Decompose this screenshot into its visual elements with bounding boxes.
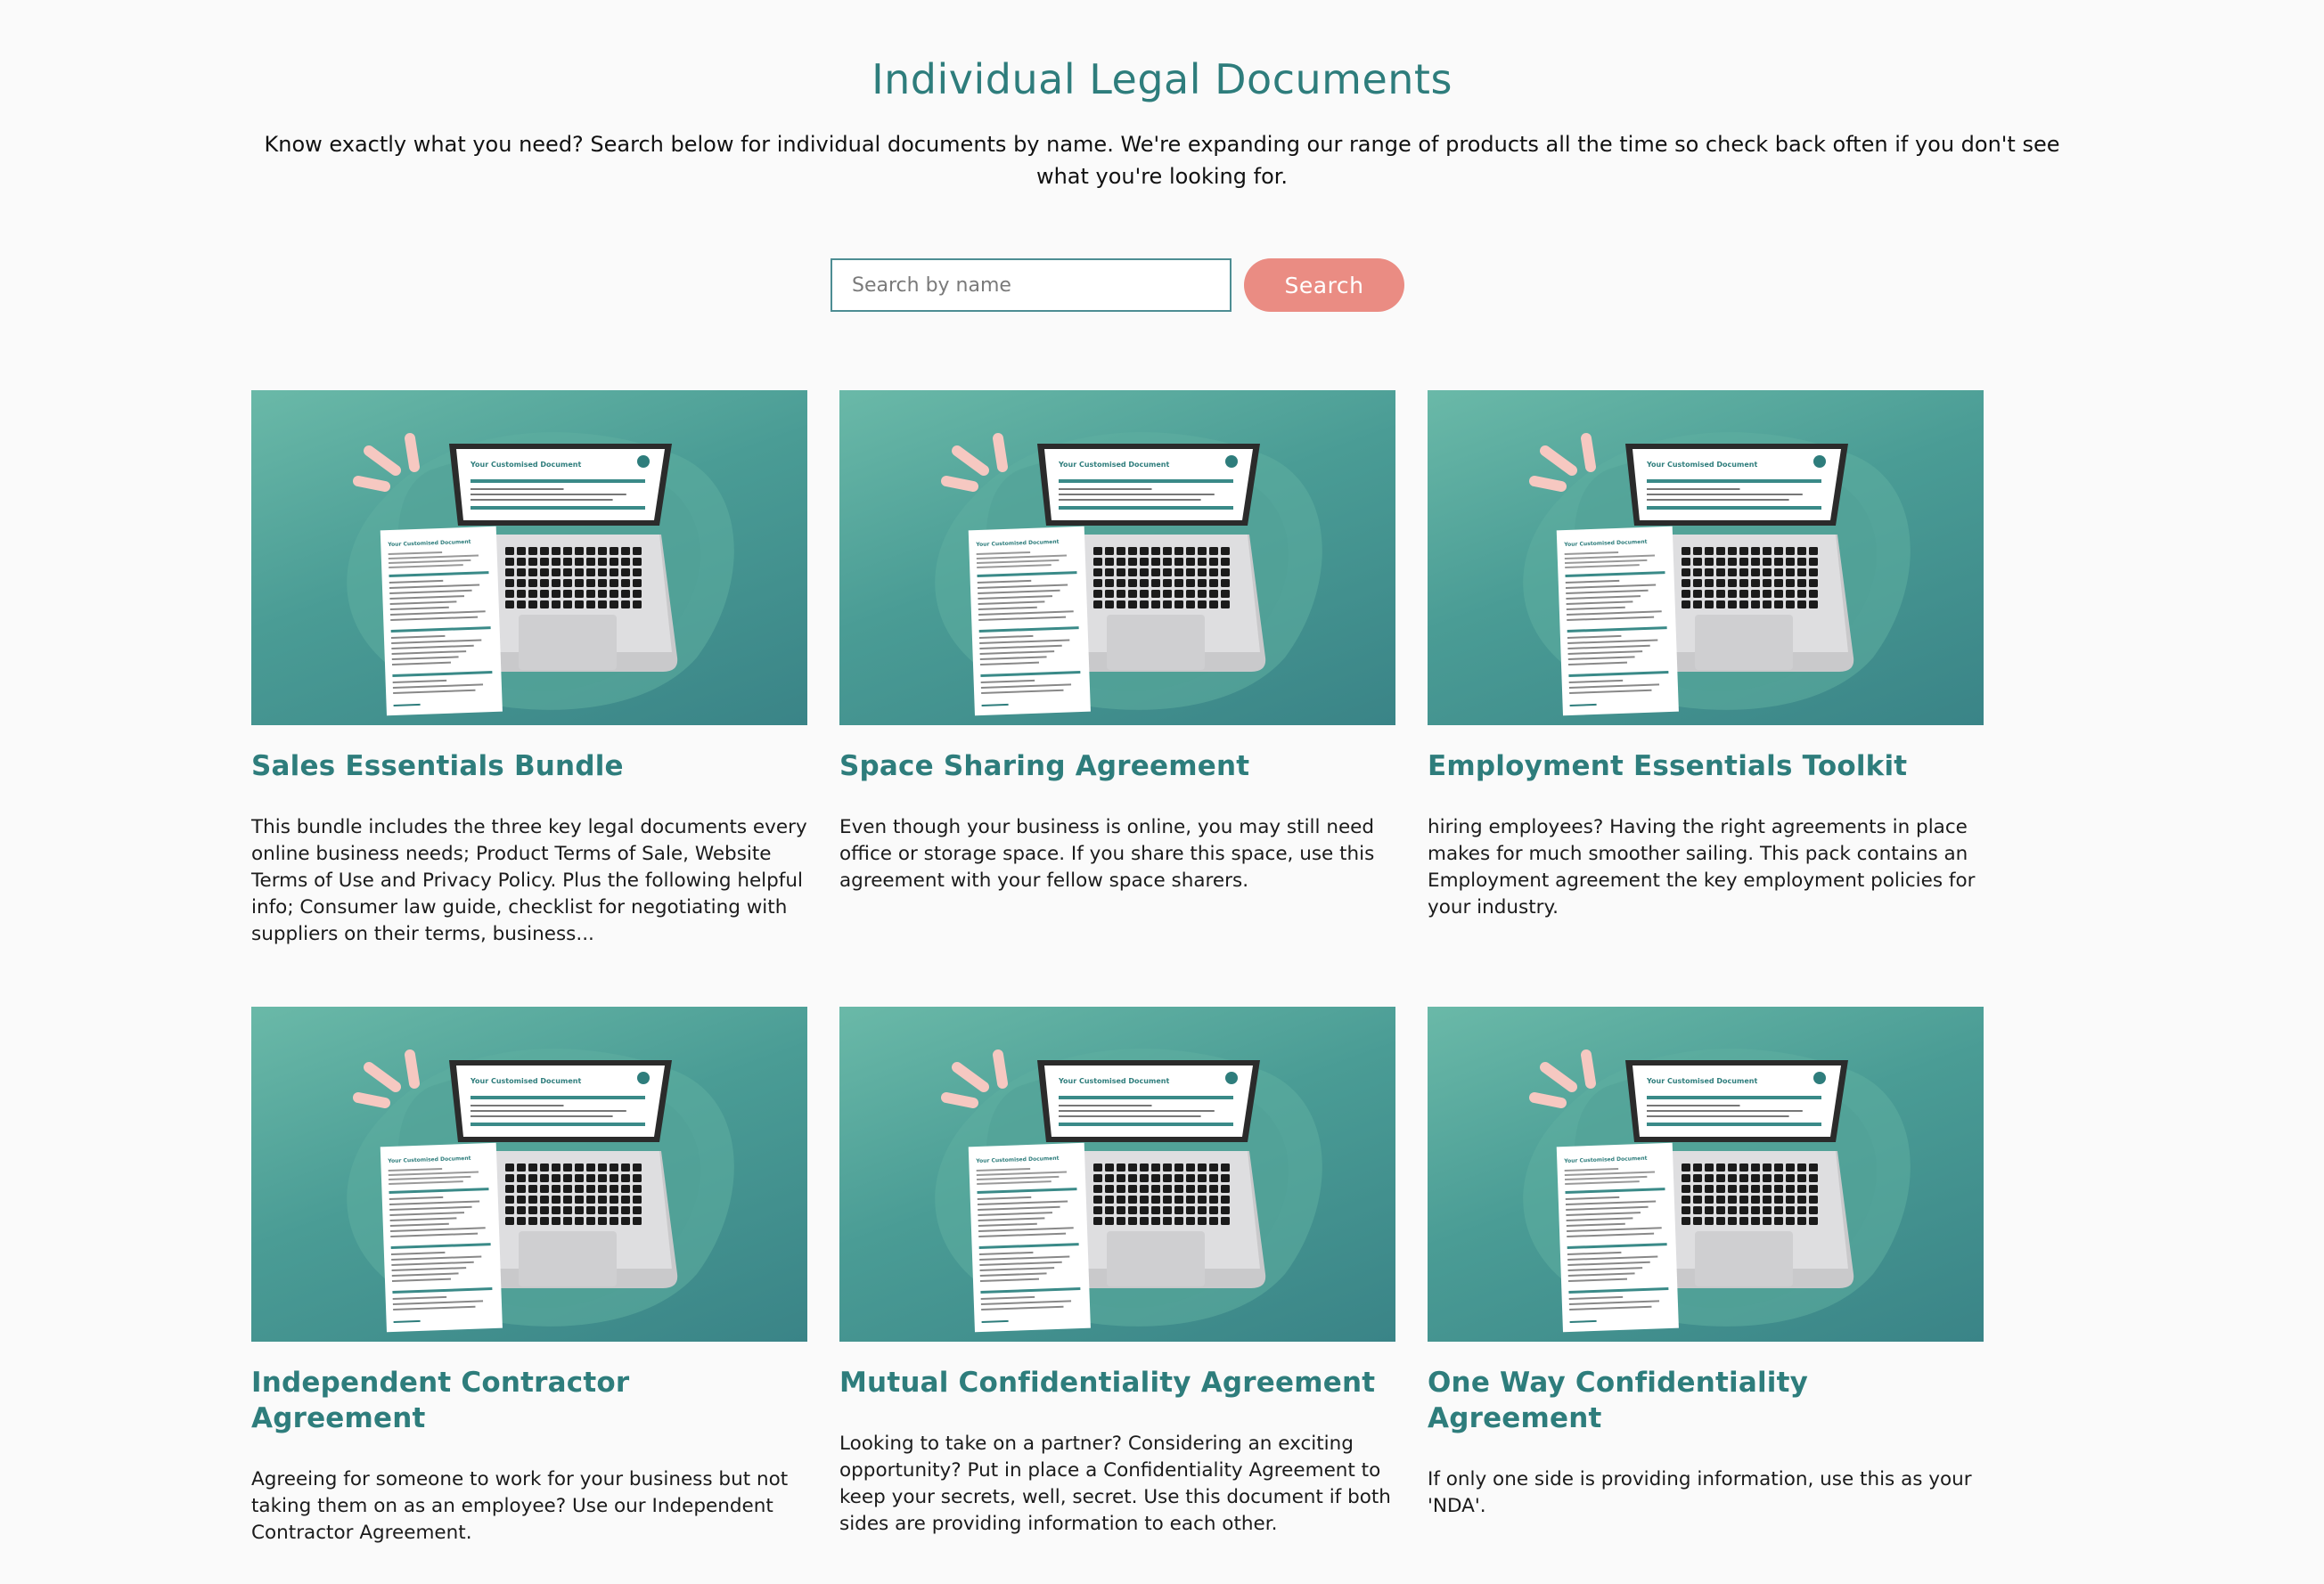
svg-text:Your Customised Document: Your Customised Document [470, 461, 581, 469]
product-card[interactable]: Your Customised Document Your Customised… [1428, 1007, 1984, 1547]
svg-text:Your Customised Document: Your Customised Document [1646, 1077, 1757, 1085]
svg-text:Your Customised Document: Your Customised Document [470, 1077, 581, 1085]
product-description: Agreeing for someone to work for your bu… [251, 1468, 789, 1544]
laptop-document-illustration: Your Customised Document Your Customised… [347, 1049, 734, 1333]
product-grid: Your Customised Document Your Customised… [251, 390, 1984, 1547]
product-title[interactable]: Sales Essentials Bundle [251, 748, 807, 784]
product-thumbnail[interactable]: Your Customised Document Your Customised… [1428, 390, 1984, 725]
product-thumbnail[interactable]: Your Customised Document Your Customised… [1428, 1007, 1984, 1342]
product-card[interactable]: Your Customised Document Your Customised… [251, 390, 807, 948]
product-title[interactable]: Independent Contractor Agreement [251, 1365, 807, 1436]
product-thumbnail[interactable]: Your Customised Document Your Customised… [839, 1007, 1395, 1342]
product-description: Looking to take on a partner? Considerin… [839, 1433, 1391, 1535]
product-card[interactable]: Your Customised Document Your Customised… [1428, 390, 1984, 948]
product-card[interactable]: Your Customised Document Your Customised… [839, 390, 1395, 948]
page-title: Individual Legal Documents [872, 55, 1452, 103]
product-card[interactable]: Your Customised Document Your Customised… [839, 1007, 1395, 1547]
product-title[interactable]: One Way Confidentiality Agreement [1428, 1365, 1984, 1436]
product-title[interactable]: Employment Essentials Toolkit [1428, 748, 1984, 784]
laptop-document-illustration: Your Customised Document Your Customised… [1523, 1049, 1911, 1333]
laptop-document-illustration: Your Customised Document Your Customised… [935, 1049, 1322, 1333]
product-description: Even though your business is online, you… [839, 816, 1375, 892]
product-thumbnail[interactable]: Your Customised Document Your Customised… [251, 1007, 807, 1342]
laptop-document-illustration: Your Customised Document Your Customised… [347, 432, 734, 716]
product-title[interactable]: Mutual Confidentiality Agreement [839, 1365, 1395, 1400]
search-input[interactable] [831, 258, 1232, 312]
product-description: If only one side is providing informatio… [1428, 1468, 1972, 1517]
product-card[interactable]: Your Customised Document Your Customised… [251, 1007, 807, 1547]
svg-text:Your Customised Document: Your Customised Document [1058, 461, 1169, 469]
product-thumbnail[interactable]: Your Customised Document Your Customised… [251, 390, 807, 725]
product-title[interactable]: Space Sharing Agreement [839, 748, 1395, 784]
svg-text:Your Customised Document: Your Customised Document [1646, 461, 1757, 469]
product-description: This bundle includes the three key legal… [251, 816, 807, 945]
page-intro: Know exactly what you need? Search below… [264, 132, 2060, 189]
product-thumbnail[interactable]: Your Customised Document Your Customised… [839, 390, 1395, 725]
laptop-document-illustration: Your Customised Document Your Customised… [1523, 432, 1911, 716]
search-bar: Search [831, 258, 1404, 312]
search-button[interactable]: Search [1244, 258, 1404, 312]
svg-text:Your Customised Document: Your Customised Document [1058, 1077, 1169, 1085]
product-description: hiring employees? Having the right agree… [1428, 816, 1976, 919]
laptop-document-illustration: Your Customised Document Your Customised… [935, 432, 1322, 716]
